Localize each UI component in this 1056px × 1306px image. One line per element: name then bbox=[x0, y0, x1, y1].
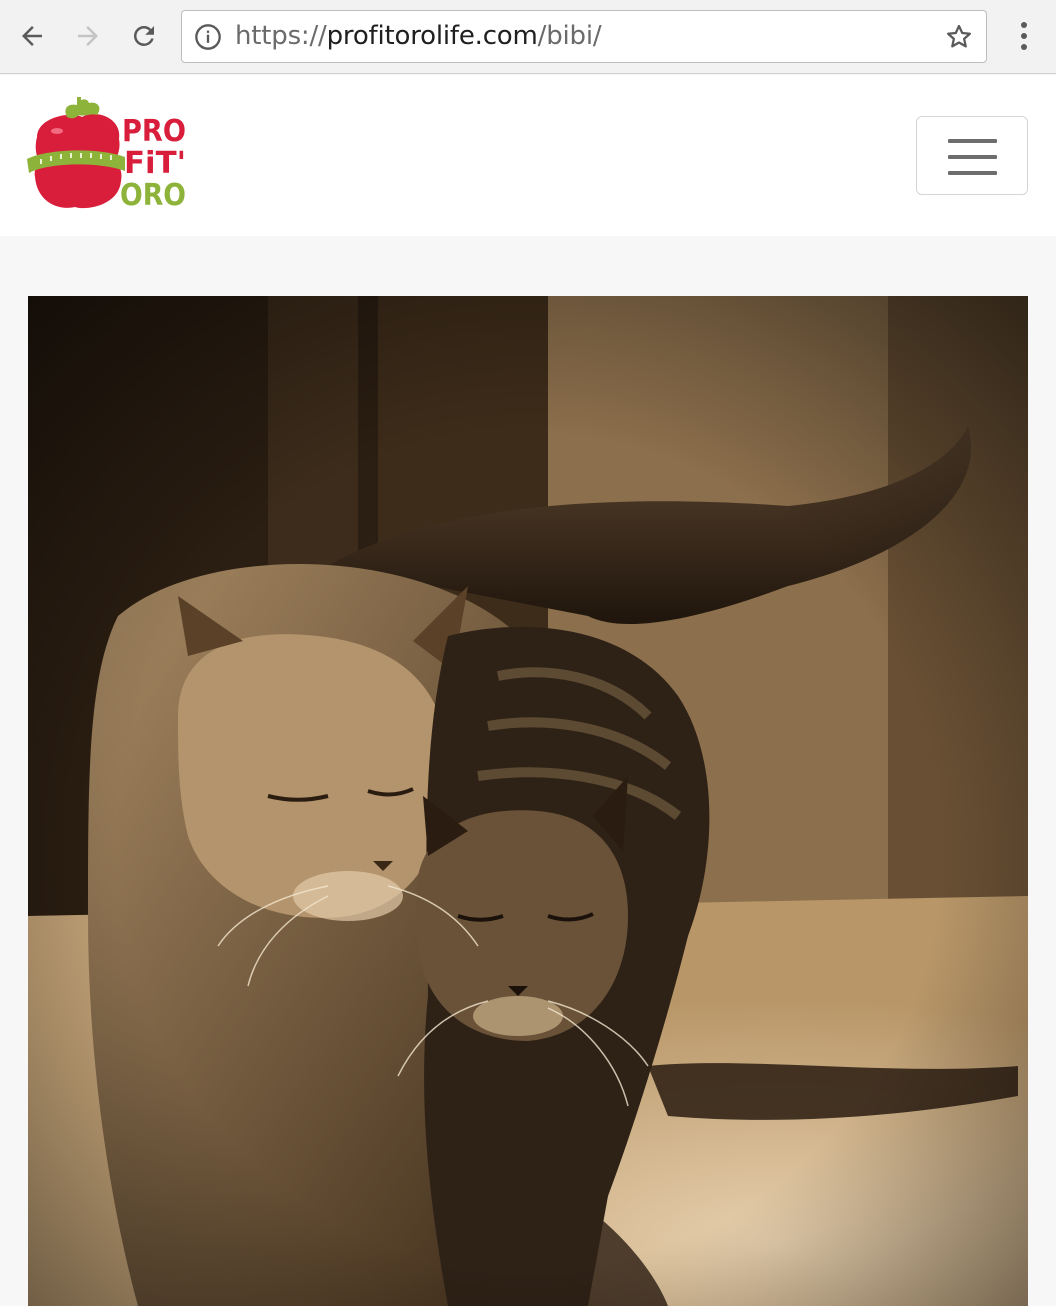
hamburger-icon-bar bbox=[948, 171, 997, 175]
url-text[interactable]: https://profitorolife.com/bibi/ bbox=[235, 21, 602, 51]
url-scheme: https:// bbox=[235, 21, 327, 51]
star-icon[interactable] bbox=[944, 22, 974, 52]
hamburger-icon bbox=[948, 139, 997, 143]
post-image-cats bbox=[28, 296, 1028, 1306]
menu-toggle-button[interactable] bbox=[916, 116, 1028, 195]
more-vert-icon[interactable] bbox=[1010, 18, 1038, 54]
back-button[interactable] bbox=[14, 18, 50, 54]
reload-icon bbox=[133, 25, 154, 46]
reload-button[interactable] bbox=[126, 18, 162, 54]
forward-arrow-icon bbox=[78, 26, 98, 46]
main-content bbox=[0, 236, 1056, 1306]
address-bar[interactable]: https://profitorolife.com/bibi/ bbox=[181, 10, 987, 63]
site-header: PRO FiT' ORO bbox=[0, 75, 1056, 236]
logo-line-2: FiT' bbox=[124, 146, 186, 181]
hamburger-icon-bar bbox=[948, 155, 997, 159]
profitoro-logo[interactable]: PRO FiT' ORO bbox=[27, 97, 192, 215]
info-icon[interactable] bbox=[194, 23, 222, 51]
back-arrow-icon bbox=[22, 26, 42, 46]
url-host: profitorolife.com bbox=[326, 21, 538, 51]
url-path: /bibi/ bbox=[537, 21, 602, 51]
forward-button[interactable] bbox=[70, 18, 106, 54]
logo-line-3: ORO bbox=[120, 178, 186, 213]
browser-toolbar: https://profitorolife.com/bibi/ bbox=[0, 0, 1056, 74]
logo-line-1: PRO bbox=[122, 114, 186, 149]
